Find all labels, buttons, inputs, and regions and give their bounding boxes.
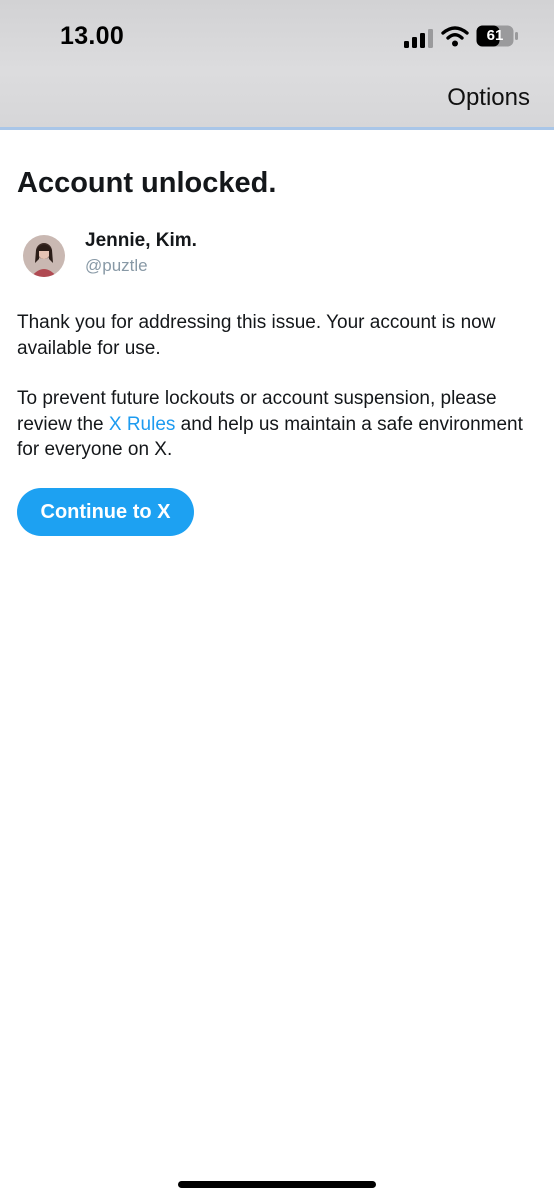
rules-message: To prevent future lockouts or account su… (17, 386, 537, 463)
continue-to-x-button[interactable]: Continue to X (17, 488, 194, 536)
status-time: 13.00 (60, 22, 125, 50)
home-indicator (178, 1181, 376, 1188)
battery-icon: 61 (476, 25, 518, 47)
options-button[interactable]: Options (447, 84, 530, 112)
top-bar: 13.00 61 Options (0, 0, 554, 128)
wifi-icon (441, 26, 469, 47)
page-title: Account unlocked. (17, 167, 277, 199)
header-divider (0, 127, 554, 130)
user-name: Jennie, Kim. (85, 230, 197, 251)
cellular-signal-icon (404, 29, 433, 48)
confirmation-message: Thank you for addressing this issue. You… (17, 312, 496, 359)
battery-level: 61 (486, 27, 504, 44)
x-rules-link[interactable]: X Rules (109, 414, 176, 435)
user-handle: @puztle (85, 256, 148, 275)
avatar[interactable] (23, 235, 65, 277)
